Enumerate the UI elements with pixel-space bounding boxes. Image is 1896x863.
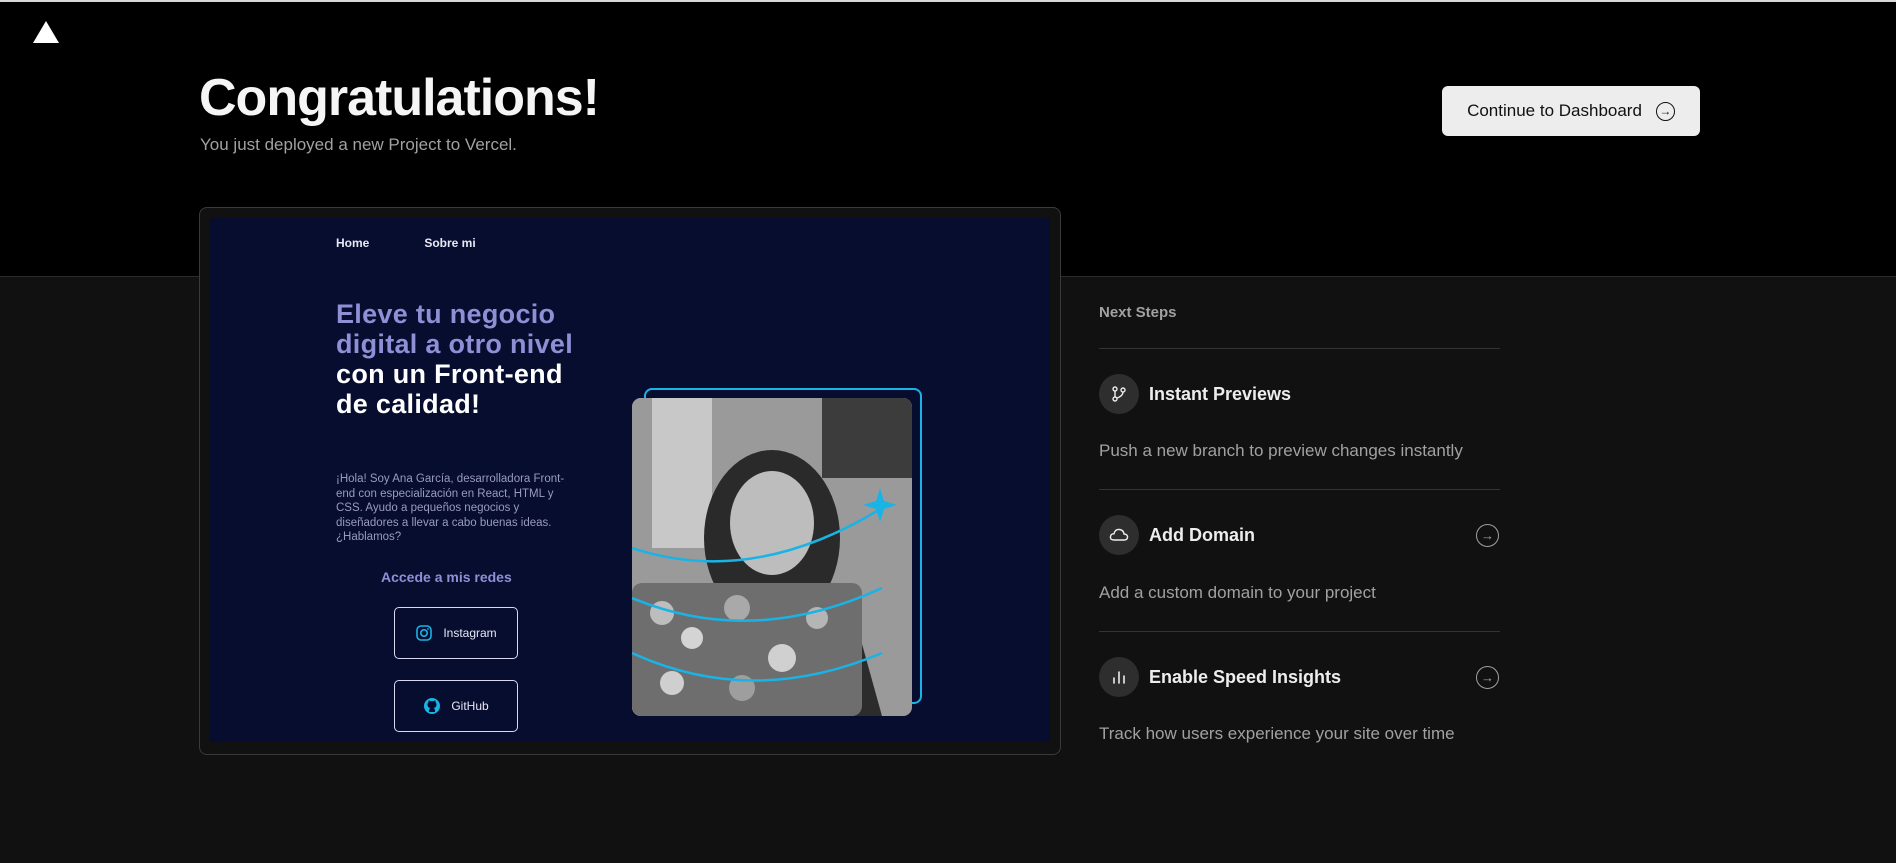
site-github-button: GitHub [394, 680, 518, 732]
arrow-right-circle-icon[interactable]: → [1476, 666, 1499, 689]
instagram-icon [415, 624, 433, 642]
arrow-right-circle-icon: → [1655, 101, 1675, 121]
step-title-speed-insights[interactable]: Enable Speed Insights [1149, 667, 1341, 688]
page-title: Congratulations! [199, 69, 600, 127]
site-hero-title: Eleve tu negocio digital a otro nivel co… [336, 299, 586, 419]
step-title-add-domain[interactable]: Add Domain [1149, 525, 1255, 546]
site-screenshot: Home Sobre mi Eleve tu negocio digital a… [210, 218, 1050, 742]
git-branch-icon [1099, 374, 1139, 414]
site-nav: Home Sobre mi [336, 236, 476, 250]
divider [1099, 348, 1500, 349]
vercel-logo-icon[interactable] [33, 21, 59, 43]
step-desc-speed-insights: Track how users experience your site ove… [1099, 724, 1455, 743]
step-desc-add-domain: Add a custom domain to your project [1099, 583, 1376, 602]
divider [1099, 489, 1500, 490]
arrow-right-circle-icon[interactable]: → [1476, 524, 1499, 547]
site-hero-rest: con un Front-end de calidad! [336, 359, 563, 419]
continue-to-dashboard-button[interactable]: Continue to Dashboard → [1442, 86, 1700, 136]
deployment-preview[interactable]: Home Sobre mi Eleve tu negocio digital a… [199, 207, 1061, 755]
profile-photo [632, 398, 912, 716]
step-title-instant-previews[interactable]: Instant Previews [1149, 384, 1291, 405]
site-hero-accent: Eleve tu negocio digital a otro nivel [336, 299, 574, 359]
github-icon [423, 697, 441, 715]
divider [1099, 631, 1500, 632]
site-github-label: GitHub [451, 699, 489, 713]
site-socials-title: Accede a mis redes [381, 569, 512, 585]
page-subtitle: You just deployed a new Project to Verce… [200, 135, 517, 154]
cloud-icon [1099, 515, 1139, 555]
site-nav-home: Home [336, 236, 370, 250]
site-nav-about: Sobre mi [424, 236, 476, 250]
site-hero-description: ¡Hola! Soy Ana García, desarrolladora Fr… [336, 473, 565, 543]
next-steps-title: Next Steps [1099, 304, 1177, 321]
dashboard-button-label: Continue to Dashboard [1467, 101, 1642, 120]
step-desc-instant-previews: Push a new branch to preview changes ins… [1099, 441, 1463, 460]
site-instagram-label: Instagram [443, 626, 497, 640]
bar-chart-icon [1099, 657, 1139, 697]
site-instagram-button: Instagram [394, 607, 518, 659]
